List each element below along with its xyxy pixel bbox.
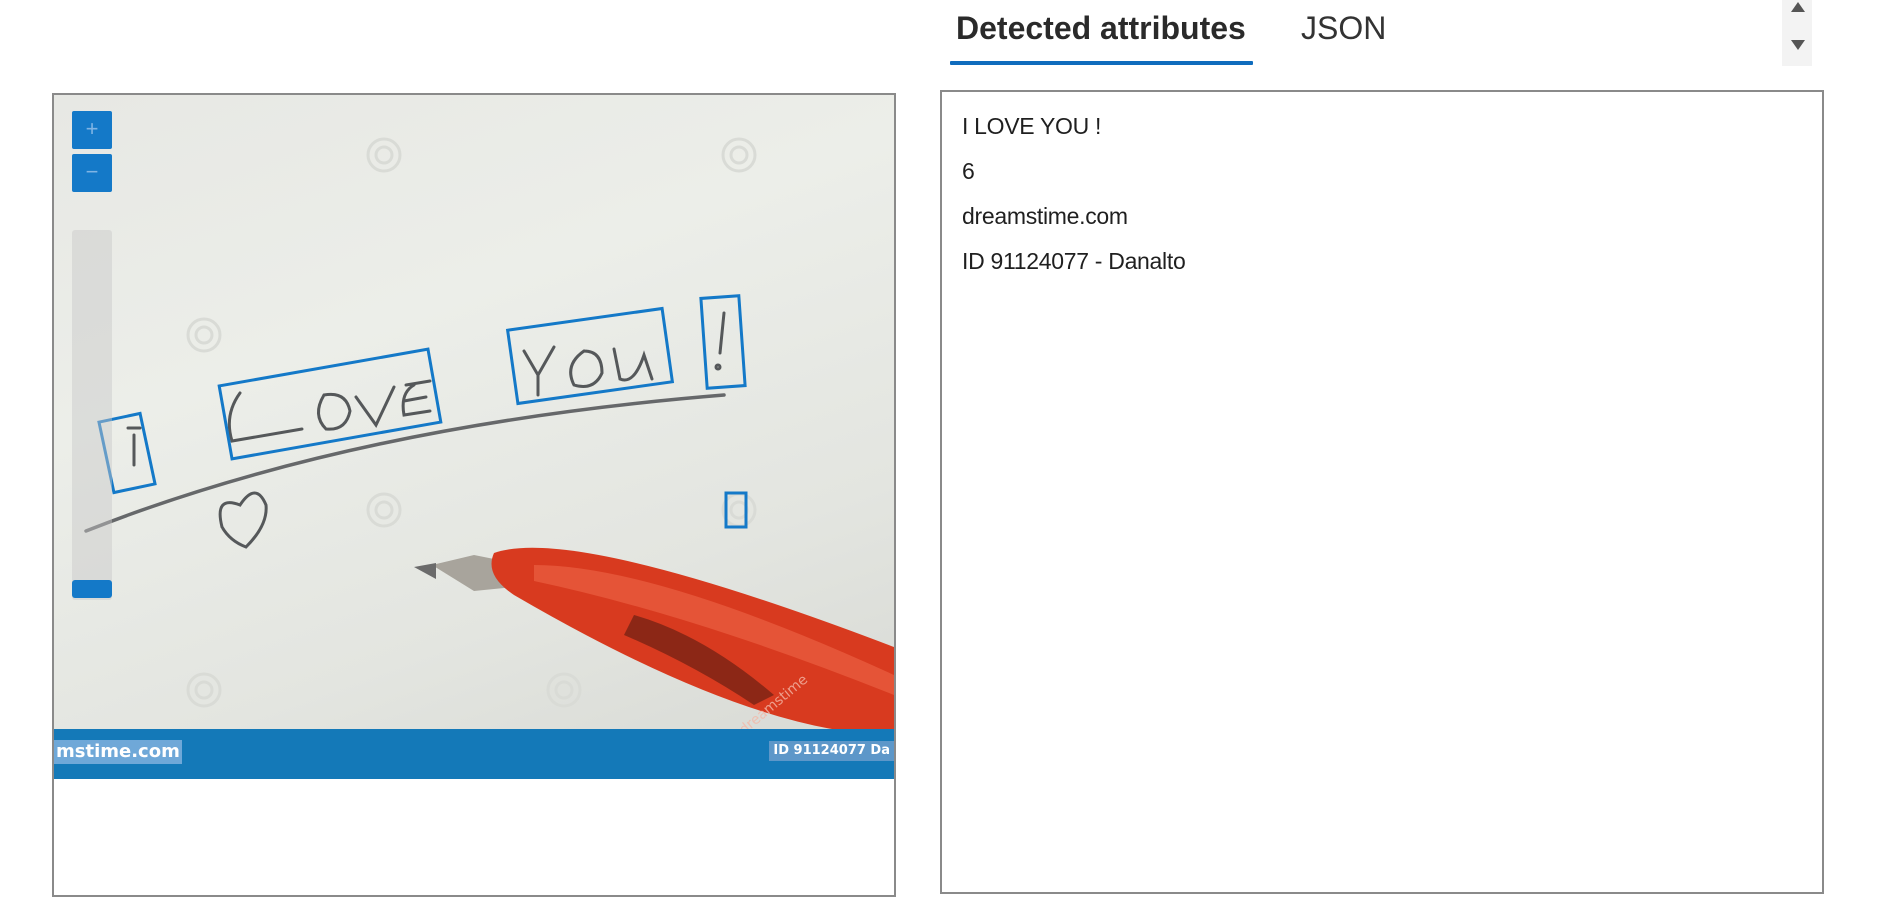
scroll-down-icon[interactable] (1791, 40, 1805, 50)
tab-scroll-control[interactable] (1782, 0, 1812, 66)
detected-attributes-panel: I LOVE YOU ! 6 dreamstime.com ID 9112407… (940, 90, 1824, 894)
result-line: I LOVE YOU ! (962, 113, 1102, 139)
active-tab-indicator (950, 61, 1253, 65)
bbox-word-you[interactable] (505, 306, 675, 406)
result-line: ID 91124077 - Danalto (962, 248, 1186, 274)
zoom-in-button[interactable]: + (72, 111, 112, 149)
result-line: dreamstime.com (962, 203, 1128, 229)
bbox-word-love[interactable] (217, 347, 443, 461)
tab-json[interactable]: JSON (1301, 6, 1386, 50)
handwriting-strokes (84, 311, 726, 549)
watermark-left-text: mstime.com (54, 740, 182, 764)
watermark-right-text: ID 91124077 Da (769, 741, 894, 761)
photo-artwork: dreamstime (84, 137, 894, 738)
red-pen: dreamstime (414, 547, 894, 738)
zoom-slider-handle[interactable] (72, 580, 112, 598)
watermark-band: mstime.com ID 91124077 Da (54, 729, 894, 779)
zoom-out-button[interactable]: − (72, 154, 112, 192)
scroll-up-icon[interactable] (1791, 2, 1805, 12)
zoom-slider-track[interactable] (72, 230, 112, 600)
bbox-word-exclamation[interactable] (699, 294, 747, 390)
tab-detected-attributes[interactable]: Detected attributes (956, 6, 1246, 50)
analyzed-photo: dreamstime (54, 95, 894, 778)
result-line: 6 (962, 158, 975, 184)
image-viewer[interactable]: dreamstime mstime.com ID 91124077 Da + − (52, 93, 896, 897)
